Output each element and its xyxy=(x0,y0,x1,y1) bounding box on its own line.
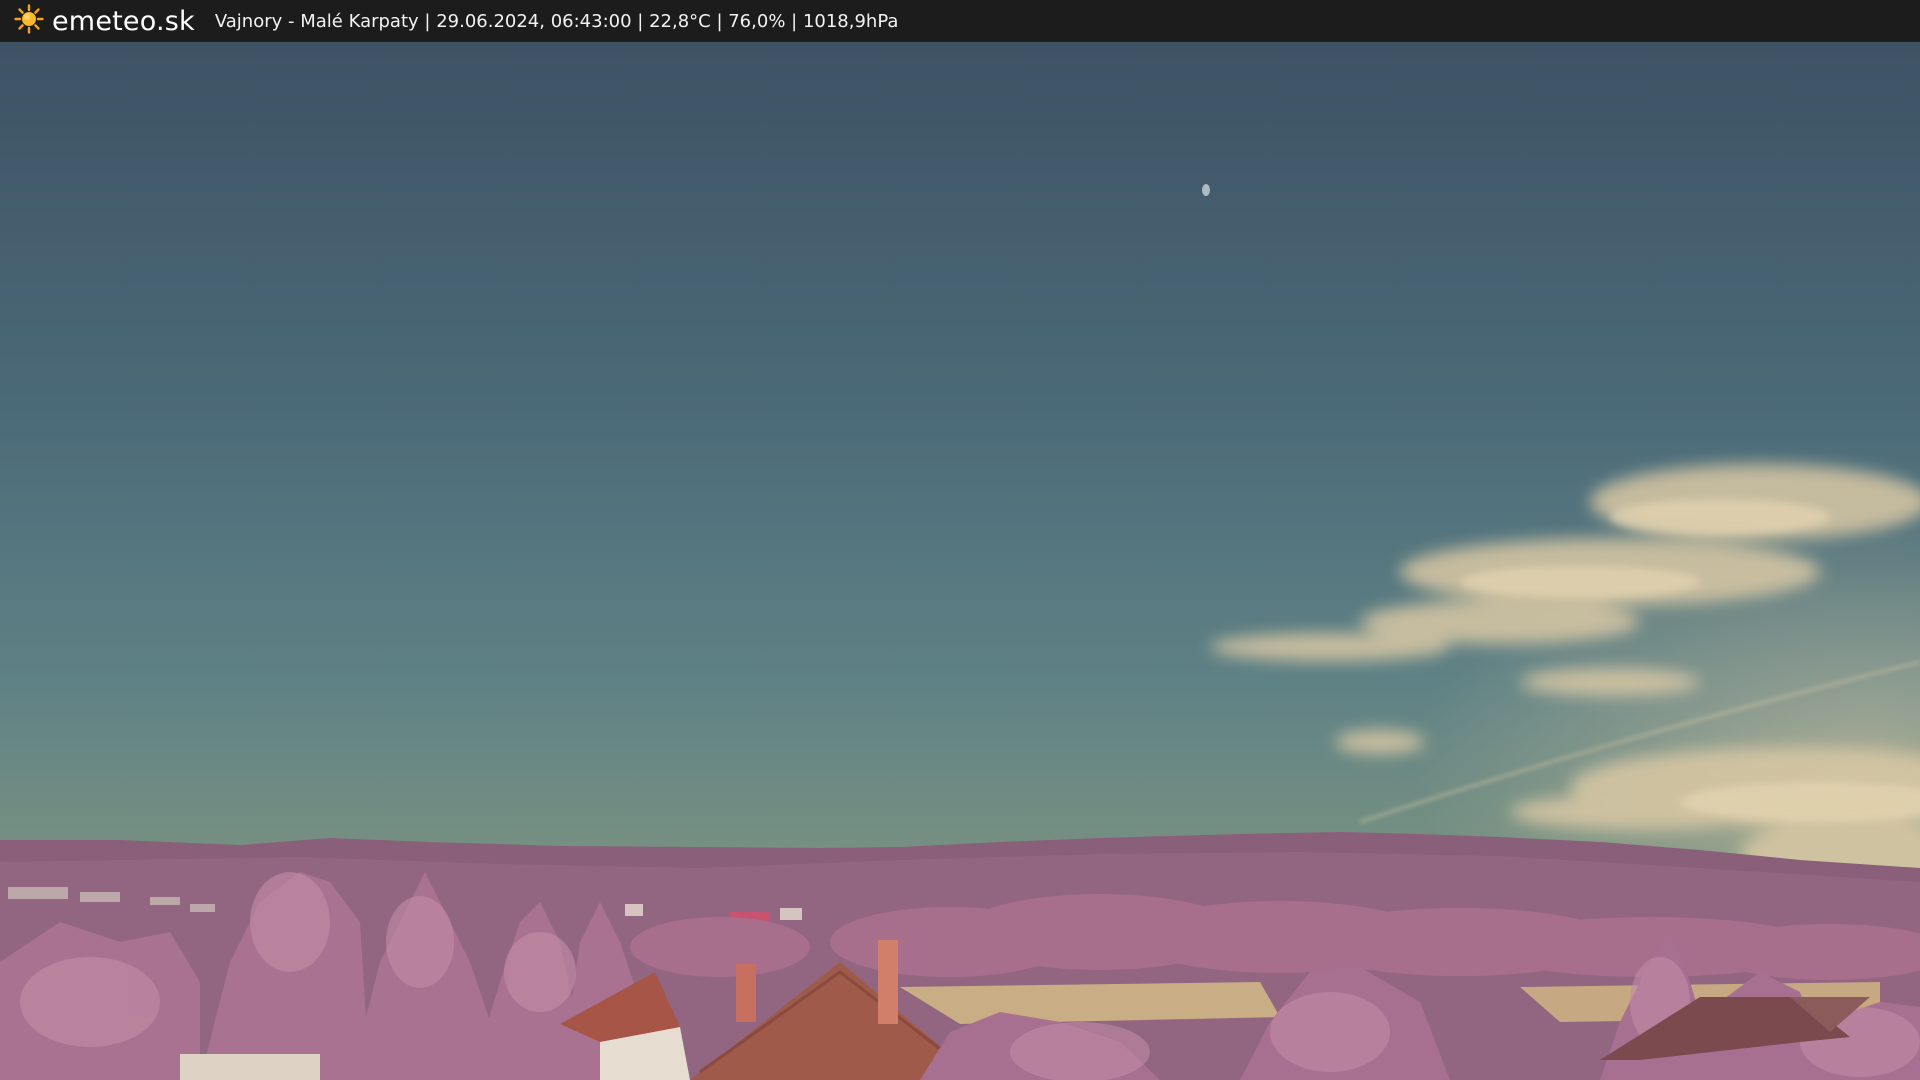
top-status-bar: emeteo.sk Vajnory - Malé Karpaty | 29.06… xyxy=(0,0,1920,42)
weather-info: Vajnory - Malé Karpaty | 29.06.2024, 06:… xyxy=(215,11,899,32)
datetime-label: 29.06.2024, 06:43:00 xyxy=(436,10,632,32)
separator: | xyxy=(631,10,650,32)
separator: | xyxy=(710,10,729,32)
field xyxy=(900,982,1280,1024)
brand-logo[interactable]: emeteo.sk xyxy=(14,4,195,38)
location-label: Vajnory - Malé Karpaty xyxy=(214,10,419,32)
webcam-image xyxy=(0,42,1920,1080)
pressure-label: 1018,9hPa xyxy=(802,10,899,32)
brand-name: emeteo.sk xyxy=(52,5,195,37)
moon xyxy=(1202,184,1210,196)
separator: | xyxy=(418,10,437,32)
temperature-label: 22,8°C xyxy=(649,10,711,32)
sun-icon xyxy=(14,4,44,38)
humidity-label: 76,0% xyxy=(728,10,786,32)
separator: | xyxy=(785,10,803,32)
